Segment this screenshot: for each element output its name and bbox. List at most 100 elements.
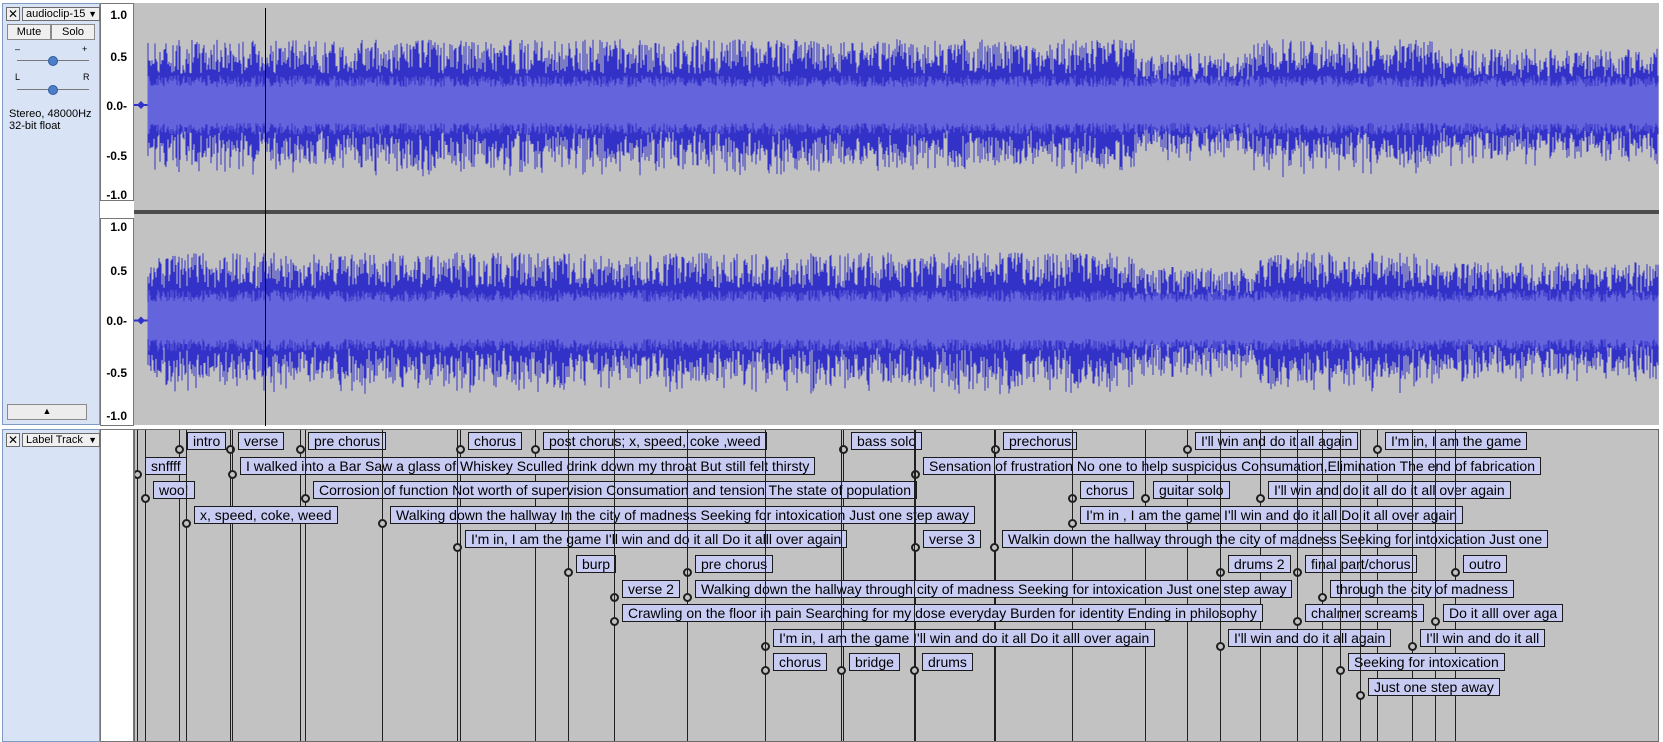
- label-handle[interactable]: [991, 445, 1000, 454]
- gain-slider-thumb[interactable]: [48, 56, 58, 66]
- label[interactable]: I'm in, I am the game I'll win and do it…: [773, 628, 1156, 647]
- label-handle[interactable]: [531, 445, 540, 454]
- label-handle[interactable]: [141, 494, 150, 504]
- label-handle[interactable]: [175, 445, 184, 454]
- label-boundary-line[interactable]: [457, 430, 458, 741]
- label[interactable]: Walking down the hallway In the city of …: [390, 505, 976, 524]
- label-boundary-line[interactable]: [300, 430, 301, 741]
- label[interactable]: verse: [238, 432, 285, 450]
- label-handle[interactable]: [990, 543, 999, 553]
- label-track-name-menu[interactable]: Label Track ▼: [22, 433, 100, 447]
- close-track-button[interactable]: ✕: [6, 7, 20, 21]
- label-boundary-line[interactable]: [614, 430, 615, 741]
- label-handle[interactable]: [1141, 494, 1150, 504]
- label[interactable]: bridge: [849, 653, 900, 672]
- label[interactable]: chorus: [468, 432, 523, 450]
- label[interactable]: Seeking for intoxication: [1348, 653, 1505, 672]
- label[interactable]: I walked into a Bar Saw a glass of Whisk…: [240, 456, 816, 475]
- label[interactable]: prechorus: [1003, 432, 1078, 450]
- channel1-waveform[interactable]: [134, 6, 1659, 204]
- label-boundary-line[interactable]: [1220, 430, 1221, 741]
- label-handle[interactable]: [226, 445, 235, 454]
- label-handle[interactable]: [911, 543, 920, 553]
- label[interactable]: verse 3: [923, 530, 981, 549]
- label-handle[interactable]: [564, 568, 573, 577]
- label-handle[interactable]: [228, 469, 237, 479]
- label[interactable]: I'm in, I am the game I'll win and do it…: [465, 530, 848, 549]
- label-handle[interactable]: [135, 469, 142, 479]
- label-boundary-line[interactable]: [186, 430, 187, 741]
- label-handle[interactable]: [683, 592, 692, 602]
- label[interactable]: pre chorus: [308, 432, 387, 450]
- solo-button[interactable]: Solo: [51, 24, 95, 40]
- label[interactable]: bass solo: [851, 432, 923, 450]
- label[interactable]: Crawling on the floor in pain Searching …: [622, 604, 1263, 623]
- label[interactable]: post chorus; x, speed, coke ,weed: [543, 432, 767, 450]
- label-handle[interactable]: [378, 518, 387, 528]
- label[interactable]: I'll win and do it all: [1420, 628, 1546, 647]
- label[interactable]: I'm in, I am the game: [1385, 432, 1528, 450]
- label[interactable]: verse 2: [622, 579, 680, 598]
- label[interactable]: I'm in , I am the game I'll win and do i…: [1080, 505, 1464, 524]
- label[interactable]: chorus: [773, 653, 828, 672]
- label-handle[interactable]: [1431, 617, 1440, 627]
- label[interactable]: Walking down the hallway through city of…: [695, 579, 1293, 598]
- label-boundary-line[interactable]: [568, 430, 569, 741]
- label-boundary-line[interactable]: [179, 430, 180, 741]
- label[interactable]: woo!: [153, 481, 195, 500]
- label-boundary-line[interactable]: [914, 430, 915, 741]
- label-handle[interactable]: [301, 494, 310, 504]
- label[interactable]: outro: [1463, 555, 1507, 573]
- label-boundary-line[interactable]: [460, 430, 461, 741]
- label-handle[interactable]: [1336, 666, 1345, 676]
- close-track-button[interactable]: ✕: [6, 433, 20, 447]
- label[interactable]: through the city of madness: [1330, 579, 1514, 598]
- label-track-area[interactable]: intro verse pre chorus chorus post chorus; x…: [134, 429, 1659, 742]
- collapse-track-button[interactable]: ▲: [7, 404, 87, 420]
- label-boundary-line[interactable]: [687, 430, 688, 741]
- label[interactable]: burp: [576, 555, 617, 573]
- label-handle[interactable]: [1216, 641, 1225, 651]
- mute-button[interactable]: Mute: [7, 24, 51, 40]
- label-boundary-line[interactable]: [1297, 430, 1298, 741]
- pan-slider-thumb[interactable]: [48, 85, 58, 95]
- label-handle[interactable]: [1451, 568, 1460, 577]
- track-name-menu[interactable]: audioclip-15 ▼: [22, 7, 100, 21]
- label-handle[interactable]: [1256, 494, 1265, 504]
- label[interactable]: guitar solo: [1153, 481, 1230, 500]
- label[interactable]: Walkin down the hallway through the city…: [1002, 530, 1549, 549]
- label[interactable]: x, speed, coke, weed: [194, 505, 338, 524]
- label[interactable]: chalmer screams: [1305, 604, 1424, 623]
- channel2-waveform[interactable]: [134, 218, 1659, 423]
- label-handle[interactable]: [1318, 592, 1327, 602]
- label-boundary-line[interactable]: [1340, 430, 1341, 741]
- label[interactable]: Do it alll over aga: [1443, 604, 1564, 623]
- label-handle[interactable]: [1068, 518, 1077, 528]
- label-boundary-line[interactable]: [305, 430, 306, 741]
- label-handle[interactable]: [910, 666, 919, 676]
- label[interactable]: intro: [187, 432, 227, 450]
- label-boundary-line[interactable]: [841, 430, 842, 741]
- label[interactable]: I'll win and do it all do it all over ag…: [1268, 481, 1511, 500]
- label-boundary-line[interactable]: [1322, 430, 1323, 741]
- label-handle[interactable]: [1293, 617, 1302, 627]
- label[interactable]: I'll win and do it all again: [1228, 628, 1392, 647]
- label-handle[interactable]: [1408, 641, 1417, 651]
- label-handle[interactable]: [1373, 445, 1382, 454]
- label-handle[interactable]: [1183, 445, 1192, 454]
- label[interactable]: snffff: [145, 456, 187, 475]
- label[interactable]: drums 2: [1228, 555, 1291, 573]
- label-handle[interactable]: [296, 445, 305, 454]
- label-handle[interactable]: [610, 617, 619, 627]
- label[interactable]: pre chorus: [695, 555, 774, 573]
- label[interactable]: Just one step away: [1368, 678, 1500, 696]
- label-handle[interactable]: [837, 666, 846, 676]
- waveform-area[interactable]: [134, 3, 1659, 425]
- label-boundary-line[interactable]: [145, 430, 146, 741]
- label[interactable]: chorus: [1080, 481, 1135, 500]
- label-boundary-line[interactable]: [765, 430, 766, 741]
- label[interactable]: drums: [922, 653, 973, 672]
- label-boundary-line[interactable]: [382, 430, 383, 741]
- label[interactable]: Sensation of frustration No one to help …: [923, 456, 1541, 475]
- label-boundary-line[interactable]: [535, 430, 536, 741]
